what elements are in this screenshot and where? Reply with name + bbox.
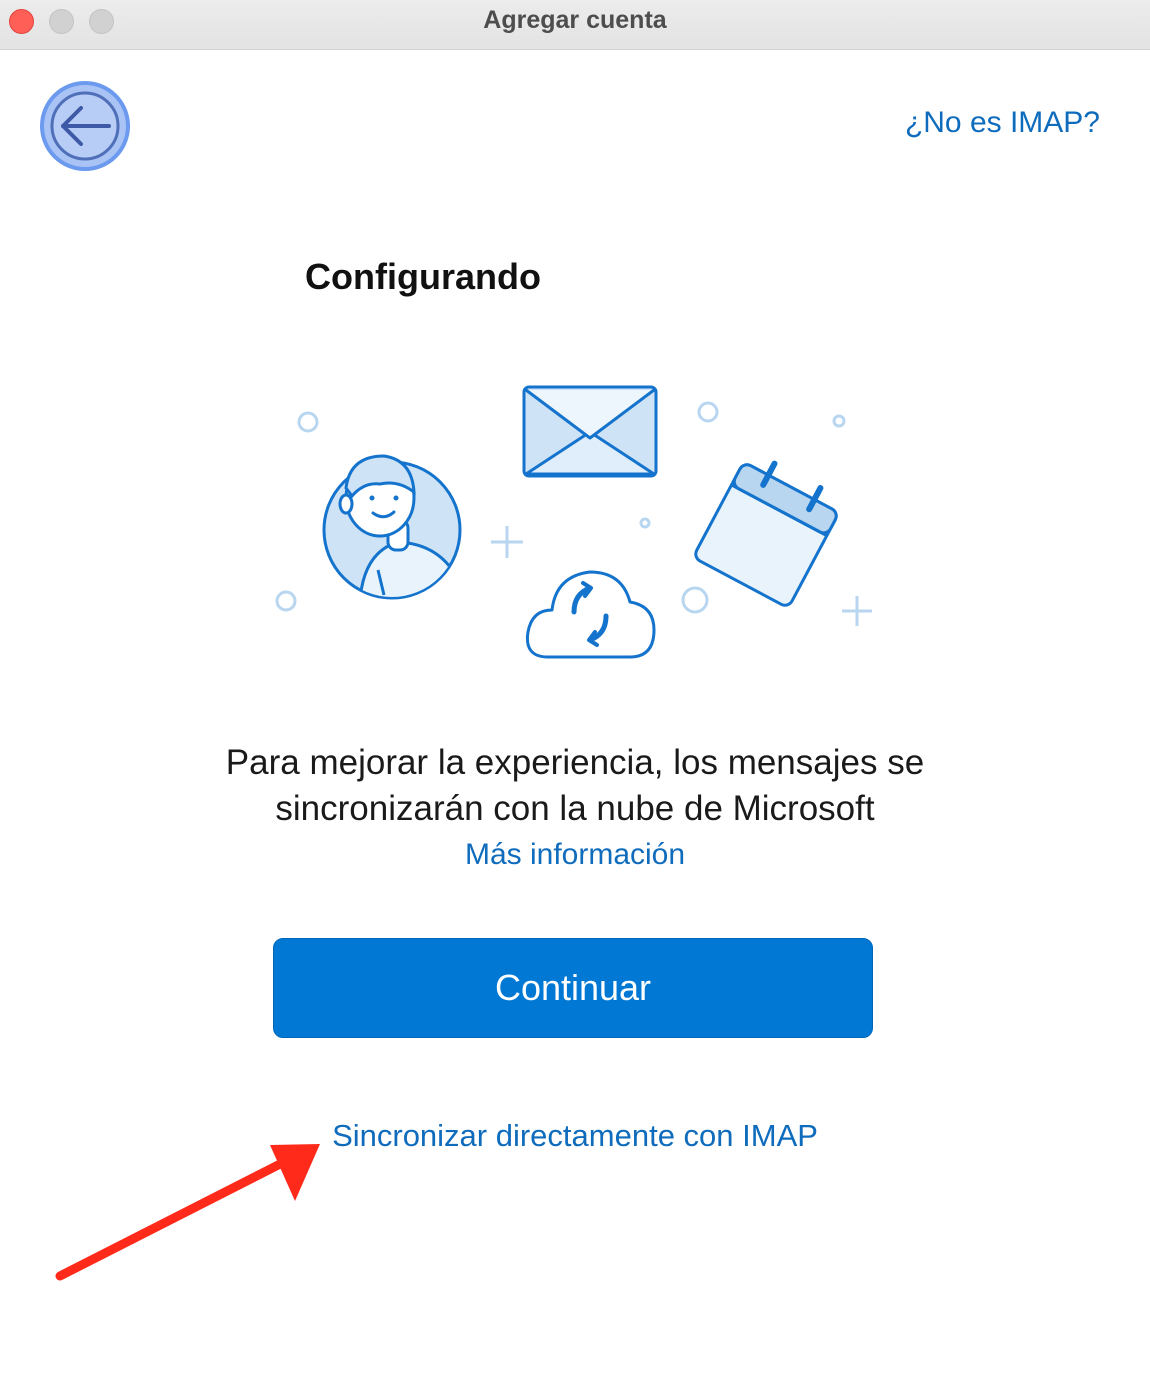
calendar-icon [694, 460, 838, 607]
description-line-2: sincronizarán con la nube de Microsoft [275, 789, 875, 828]
red-arrow-icon [55, 1144, 320, 1281]
cloud-sync-icon [525, 570, 656, 659]
sync-directly-imap-link[interactable]: Sincronizar directamente con IMAP [332, 1118, 818, 1153]
continue-button[interactable]: Continuar [273, 938, 873, 1038]
more-info-link[interactable]: Más información [465, 838, 685, 871]
more-info-row: Más información [0, 838, 1150, 872]
title-bar: Agregar cuenta [0, 0, 1150, 50]
not-imap-link[interactable]: ¿No es IMAP? [905, 106, 1100, 140]
back-arrow-icon [40, 81, 130, 171]
description-line-1: Para mejorar la experiencia, los mensaje… [225, 743, 925, 782]
add-account-window: Agregar cuenta ¿No es IMAP? Configurando [0, 0, 1150, 1400]
window-title: Agregar cuenta [483, 6, 667, 34]
sync-illustration [275, 385, 872, 659]
envelope-icon [522, 385, 658, 478]
back-button[interactable] [39, 80, 131, 172]
user-avatar-icon [322, 454, 462, 600]
page-title: Configurando [305, 256, 541, 297]
sync-description: Para mejorar la experiencia, los mensaje… [100, 740, 1050, 832]
